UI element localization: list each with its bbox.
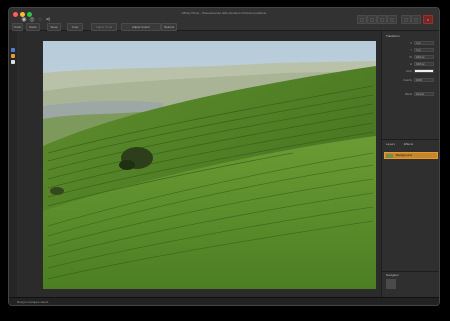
adjust-tonal-button[interactable]: Adjust Tonal bbox=[91, 23, 117, 31]
layer-name: Background bbox=[396, 153, 413, 157]
context-toolbar: Undo Redo Snap Crop Adjust Tonal Adjust … bbox=[9, 22, 439, 31]
tab-layers[interactable]: Layers bbox=[386, 142, 395, 147]
x-field[interactable]: 0 px bbox=[414, 41, 434, 45]
window-title: Affinity Photo - Sheepscombe Hills (Ambi… bbox=[181, 11, 267, 15]
row-label-w: W bbox=[409, 56, 412, 59]
row-label-blend: Blend bbox=[405, 93, 412, 96]
close-button[interactable] bbox=[13, 12, 18, 17]
h-field[interactable]: 3000 px bbox=[414, 62, 434, 66]
layer-row[interactable]: Background bbox=[384, 152, 438, 159]
landscape-photo bbox=[43, 41, 376, 289]
redo-button[interactable]: Redo bbox=[26, 23, 40, 31]
secondary-color-swatch[interactable] bbox=[11, 54, 15, 58]
row-label-y: Y bbox=[410, 49, 412, 52]
color-swatch[interactable] bbox=[414, 69, 434, 73]
status-bar: Drag to marquee select. bbox=[9, 297, 439, 305]
row-label-color: Color bbox=[405, 70, 412, 73]
opacity-field[interactable]: 100% bbox=[414, 78, 434, 82]
row-label-x: X bbox=[410, 42, 412, 45]
properties-panel: Transform X 0 px Y 0 px W 4000 px H 3000… bbox=[381, 31, 439, 297]
tab-effects[interactable]: Effects bbox=[404, 142, 413, 147]
primary-color-swatch[interactable] bbox=[11, 48, 15, 52]
document-canvas[interactable] bbox=[17, 31, 380, 297]
tertiary-color-swatch[interactable] bbox=[11, 60, 15, 64]
row-label-h: H bbox=[410, 63, 412, 66]
navigator-label[interactable]: Navigator bbox=[386, 273, 399, 278]
blend-select[interactable]: Normal bbox=[414, 92, 434, 96]
crop-button[interactable]: Crop bbox=[67, 23, 83, 31]
snap-button[interactable]: Snap bbox=[47, 23, 61, 31]
options-button[interactable]: Options bbox=[161, 23, 177, 31]
photo-image bbox=[43, 41, 376, 289]
app-window: Affinity Photo - Sheepscombe Hills (Ambi… bbox=[8, 7, 440, 306]
panel-divider-2 bbox=[382, 271, 439, 272]
layer-thumbnail bbox=[386, 154, 393, 158]
adjust-colour-button[interactable]: Adjust Colour bbox=[121, 23, 161, 31]
status-text: Drag to marquee select. bbox=[17, 300, 50, 304]
y-field[interactable]: 0 px bbox=[414, 48, 434, 52]
panel-title: Transform bbox=[386, 34, 400, 38]
navigator-preview[interactable] bbox=[386, 279, 396, 289]
panel-divider bbox=[382, 139, 439, 140]
row-label-opacity: Opacity bbox=[403, 79, 412, 82]
w-field[interactable]: 4000 px bbox=[414, 55, 434, 59]
undo-button[interactable]: Undo bbox=[12, 23, 23, 31]
